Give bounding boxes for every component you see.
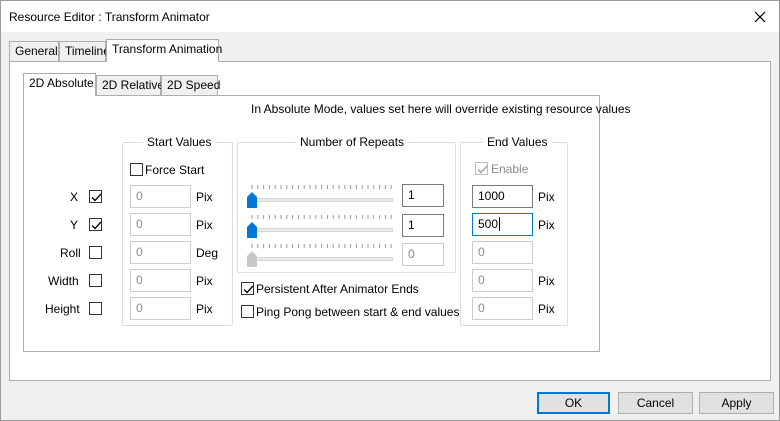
row-checkbox-width[interactable]: [89, 274, 102, 287]
cancel-button[interactable]: Cancel: [618, 392, 693, 414]
end-value-y-text: 500: [478, 217, 499, 231]
end-value-width-input[interactable]: 0: [472, 269, 533, 292]
force-start-checkbox[interactable]: [130, 163, 143, 176]
tab-2d-speed[interactable]: 2D Speed: [161, 75, 220, 95]
persistent-checkbox[interactable]: [241, 282, 254, 295]
row-label-roll: Roll: [60, 246, 81, 260]
number-of-repeats-title: Number of Repeats: [296, 135, 409, 149]
enable-checkbox: [475, 162, 488, 175]
start-value-y-input[interactable]: 0: [130, 213, 191, 236]
tab-transform-animation[interactable]: Transform Animation: [106, 39, 222, 62]
end-values-group: End Values Enable 1000 Pix 500 Pix 0 0 P…: [460, 135, 568, 326]
slider-ticks: [251, 185, 392, 189]
ping-pong-checkbox[interactable]: [241, 305, 254, 318]
repeat-value-2-input[interactable]: 1: [402, 214, 444, 237]
repeat-slider-1[interactable]: [247, 185, 395, 209]
slider-thumb: [247, 251, 257, 267]
end-value-height-input[interactable]: 0: [472, 297, 533, 320]
slider-track: [247, 257, 393, 261]
row-label-height: Height: [45, 302, 80, 316]
apply-button[interactable]: Apply: [699, 392, 774, 414]
row-label-x: X: [70, 190, 79, 204]
number-of-repeats-group: Number of Repeats 1 1 0: [237, 135, 456, 273]
end-unit-x: Pix: [538, 190, 555, 204]
start-unit-width: Pix: [196, 274, 213, 288]
row-checkbox-roll[interactable]: [89, 246, 102, 259]
info-text: In Absolute Mode, values set here will o…: [251, 102, 631, 116]
force-start-label: Force Start: [145, 163, 205, 177]
end-value-roll-input[interactable]: 0: [472, 241, 533, 264]
end-unit-width: Pix: [538, 274, 555, 288]
slider-track: [247, 228, 393, 232]
slider-track: [247, 198, 393, 202]
slider-thumb[interactable]: [247, 192, 257, 208]
row-label-width: Width: [48, 274, 79, 288]
slider-ticks: [251, 244, 392, 248]
slider-ticks: [251, 215, 392, 219]
start-value-x-input[interactable]: 0: [130, 185, 191, 208]
start-values-group: Start Values Force Start 0 Pix 0 Pix 0 D…: [122, 135, 233, 326]
start-value-width-input[interactable]: 0: [130, 269, 191, 292]
ping-pong-label: Ping Pong between start & end values: [256, 305, 460, 319]
start-unit-roll: Deg: [196, 246, 219, 260]
row-label-y: Y: [70, 218, 79, 232]
end-unit-height: Pix: [538, 302, 555, 316]
resource-editor-window: Resource Editor : Transform Animator Gen…: [0, 0, 780, 421]
slider-thumb[interactable]: [247, 222, 257, 238]
end-value-x-input[interactable]: 1000: [472, 185, 533, 208]
repeat-value-3-input[interactable]: 0: [402, 243, 444, 266]
tab-timeline[interactable]: Timeline: [59, 41, 110, 61]
start-unit-x: Pix: [196, 190, 213, 204]
start-value-roll-input[interactable]: 0: [130, 241, 191, 264]
tab-general[interactable]: General: [9, 41, 59, 61]
row-checkbox-y[interactable]: [89, 218, 102, 231]
tab-2d-relative[interactable]: 2D Relative: [96, 75, 164, 95]
absolute-mode-panel: In Absolute Mode, values set here will o…: [23, 95, 631, 352]
enable-label: Enable: [491, 162, 529, 176]
start-values-title: Start Values: [143, 135, 216, 149]
row-checkbox-x[interactable]: [89, 190, 102, 203]
row-checkbox-height[interactable]: [89, 302, 102, 315]
repeat-slider-3[interactable]: [247, 244, 395, 268]
end-values-title: End Values: [483, 135, 552, 149]
start-value-height-input[interactable]: 0: [130, 297, 191, 320]
repeat-slider-2[interactable]: [247, 215, 395, 239]
end-value-y-input[interactable]: 500: [472, 213, 533, 236]
title-bar: Resource Editor : Transform Animator: [1, 1, 779, 32]
end-unit-y: Pix: [538, 218, 555, 232]
ok-button[interactable]: OK: [537, 392, 610, 414]
persistent-label: Persistent After Animator Ends: [256, 282, 419, 296]
start-unit-height: Pix: [196, 302, 213, 316]
tab-2d-absolute[interactable]: 2D Absolute: [23, 73, 96, 96]
repeat-value-1-input[interactable]: 1: [402, 184, 444, 207]
close-icon[interactable]: [751, 8, 769, 26]
text-caret: [499, 217, 501, 231]
window-title: Resource Editor : Transform Animator: [9, 10, 210, 24]
start-unit-y: Pix: [196, 218, 213, 232]
